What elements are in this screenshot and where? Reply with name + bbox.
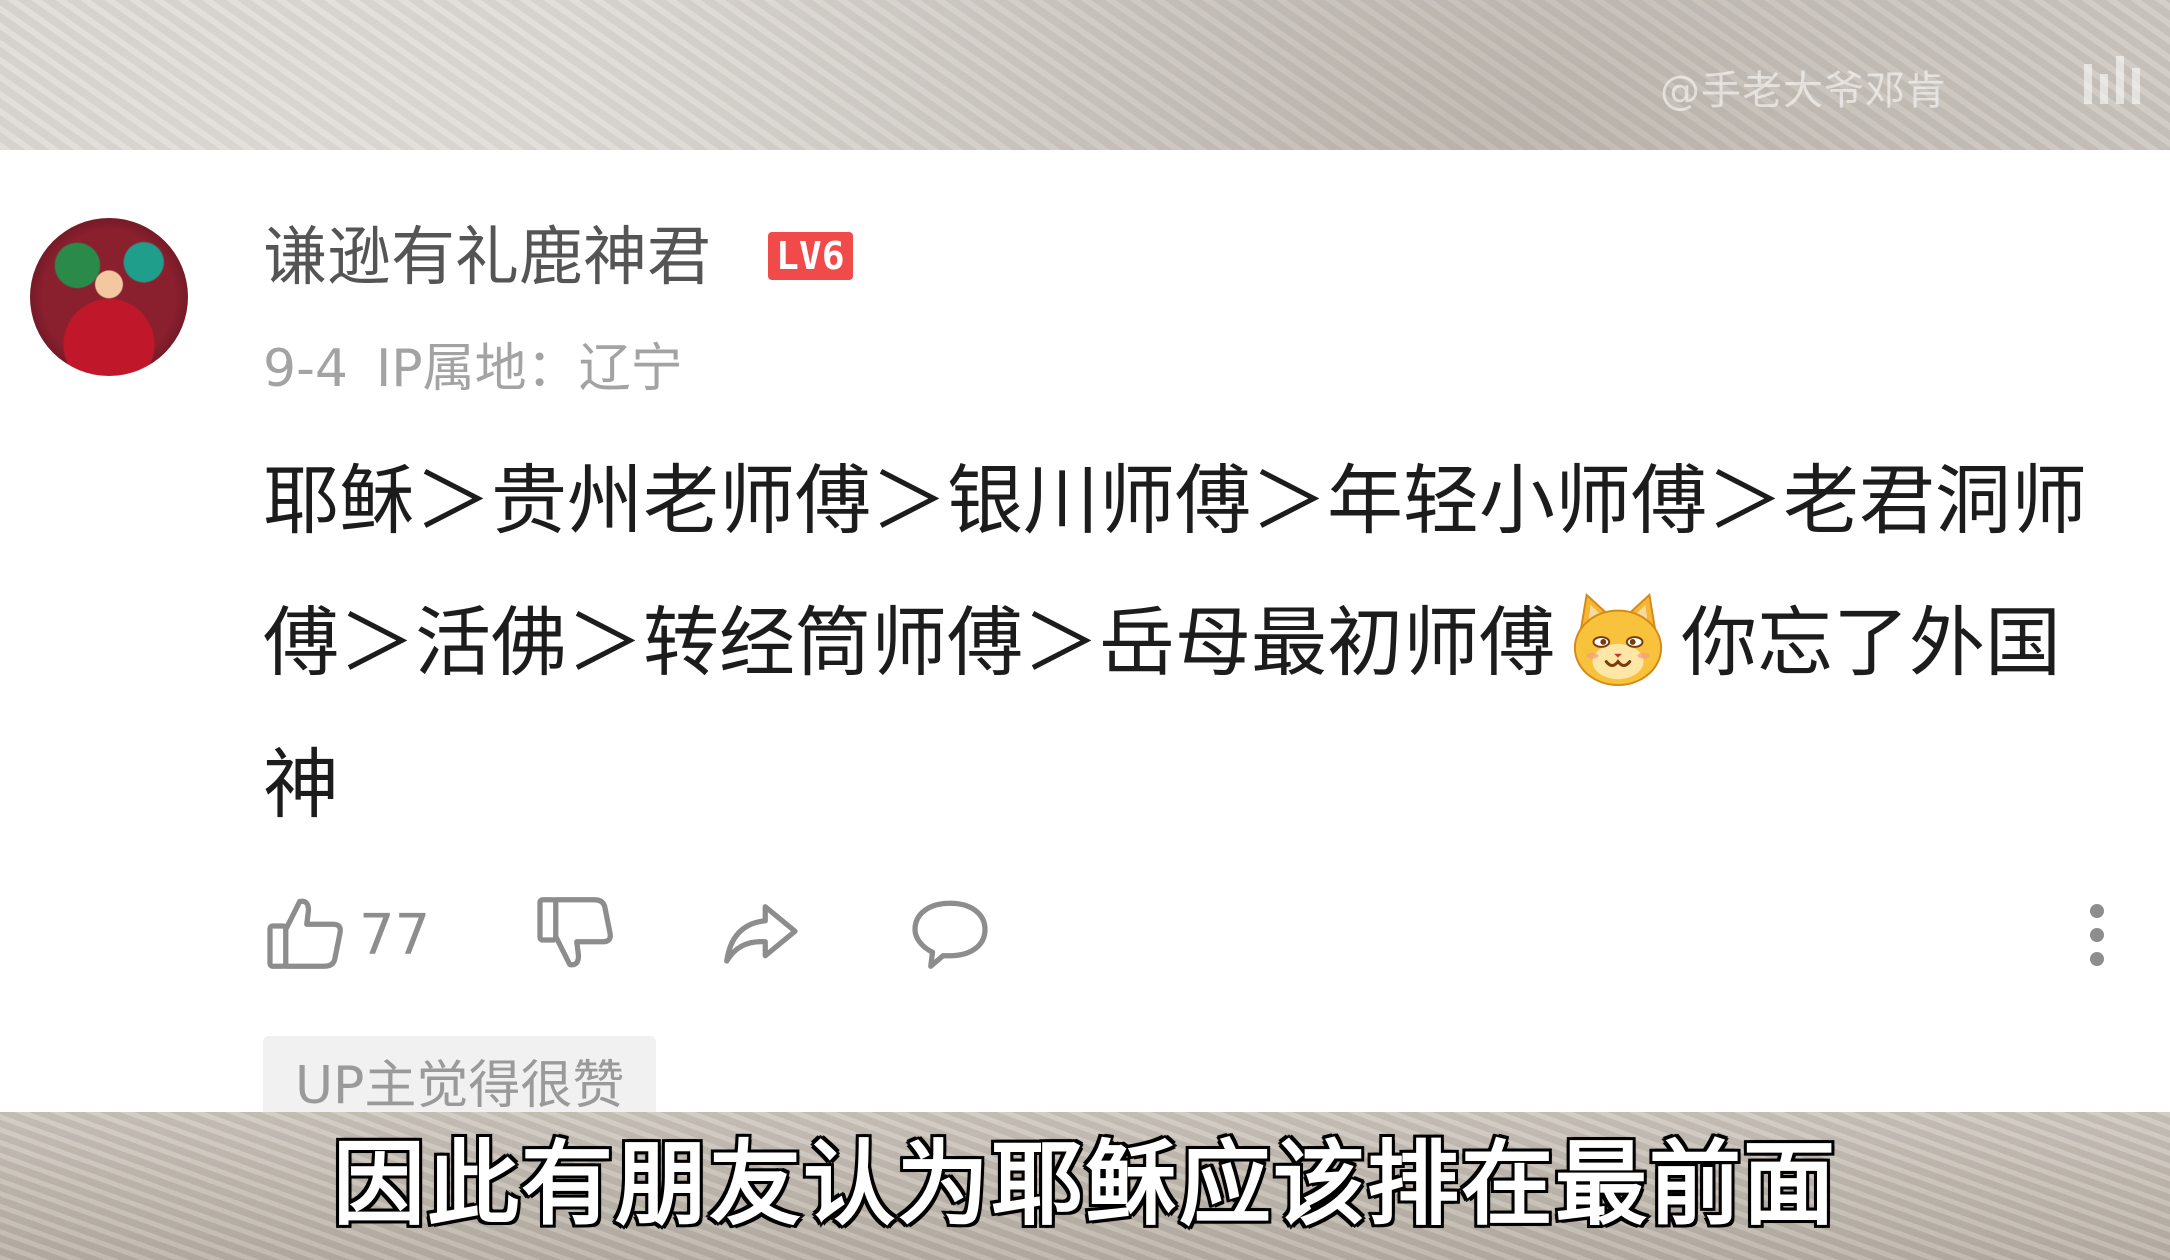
like-button[interactable]: 77 [263, 890, 430, 980]
more-options-button[interactable] [2083, 890, 2113, 980]
reply-button[interactable] [908, 890, 992, 980]
level-badge: LV6 [768, 232, 853, 280]
share-button[interactable] [718, 890, 802, 980]
comment-username[interactable]: 谦逊有礼鹿神君 [263, 220, 711, 297]
reply-icon [908, 891, 992, 979]
comment-meta: 9-4 IP属地：辽宁 [263, 326, 711, 401]
thumbs-up-icon [263, 891, 347, 979]
comment-text: 耶稣＞贵州老师傅＞银川师傅＞年轻小师傅＞老君洞师傅＞活佛＞转经筒师傅＞岳母最初师… [263, 430, 2103, 856]
up-liked-badge: UP主觉得很赞 [263, 1036, 657, 1112]
channel-watermark: @手老大爷邓肯 [1660, 68, 1947, 114]
avatar[interactable] [30, 218, 188, 376]
comment-actions: 77 [263, 890, 2163, 980]
dislike-button[interactable] [533, 890, 617, 980]
video-subtitle: 因此有朋友认为耶稣应该排在最前面 [330, 1129, 1837, 1241]
comment-date: 9-4 [263, 339, 348, 399]
ip-location: IP属地：辽宁 [375, 339, 683, 399]
share-icon [718, 891, 802, 979]
cat-smile-emoji-icon [1569, 591, 1667, 689]
like-count: 77 [359, 902, 431, 968]
thumbs-down-icon [533, 891, 617, 979]
platform-logo-icon [2080, 50, 2150, 110]
comment-card: 谦逊有礼鹿神君 LV6 9-4 IP属地：辽宁 耶稣＞贵州老师傅＞银川师傅＞年轻小… [0, 150, 2170, 1112]
